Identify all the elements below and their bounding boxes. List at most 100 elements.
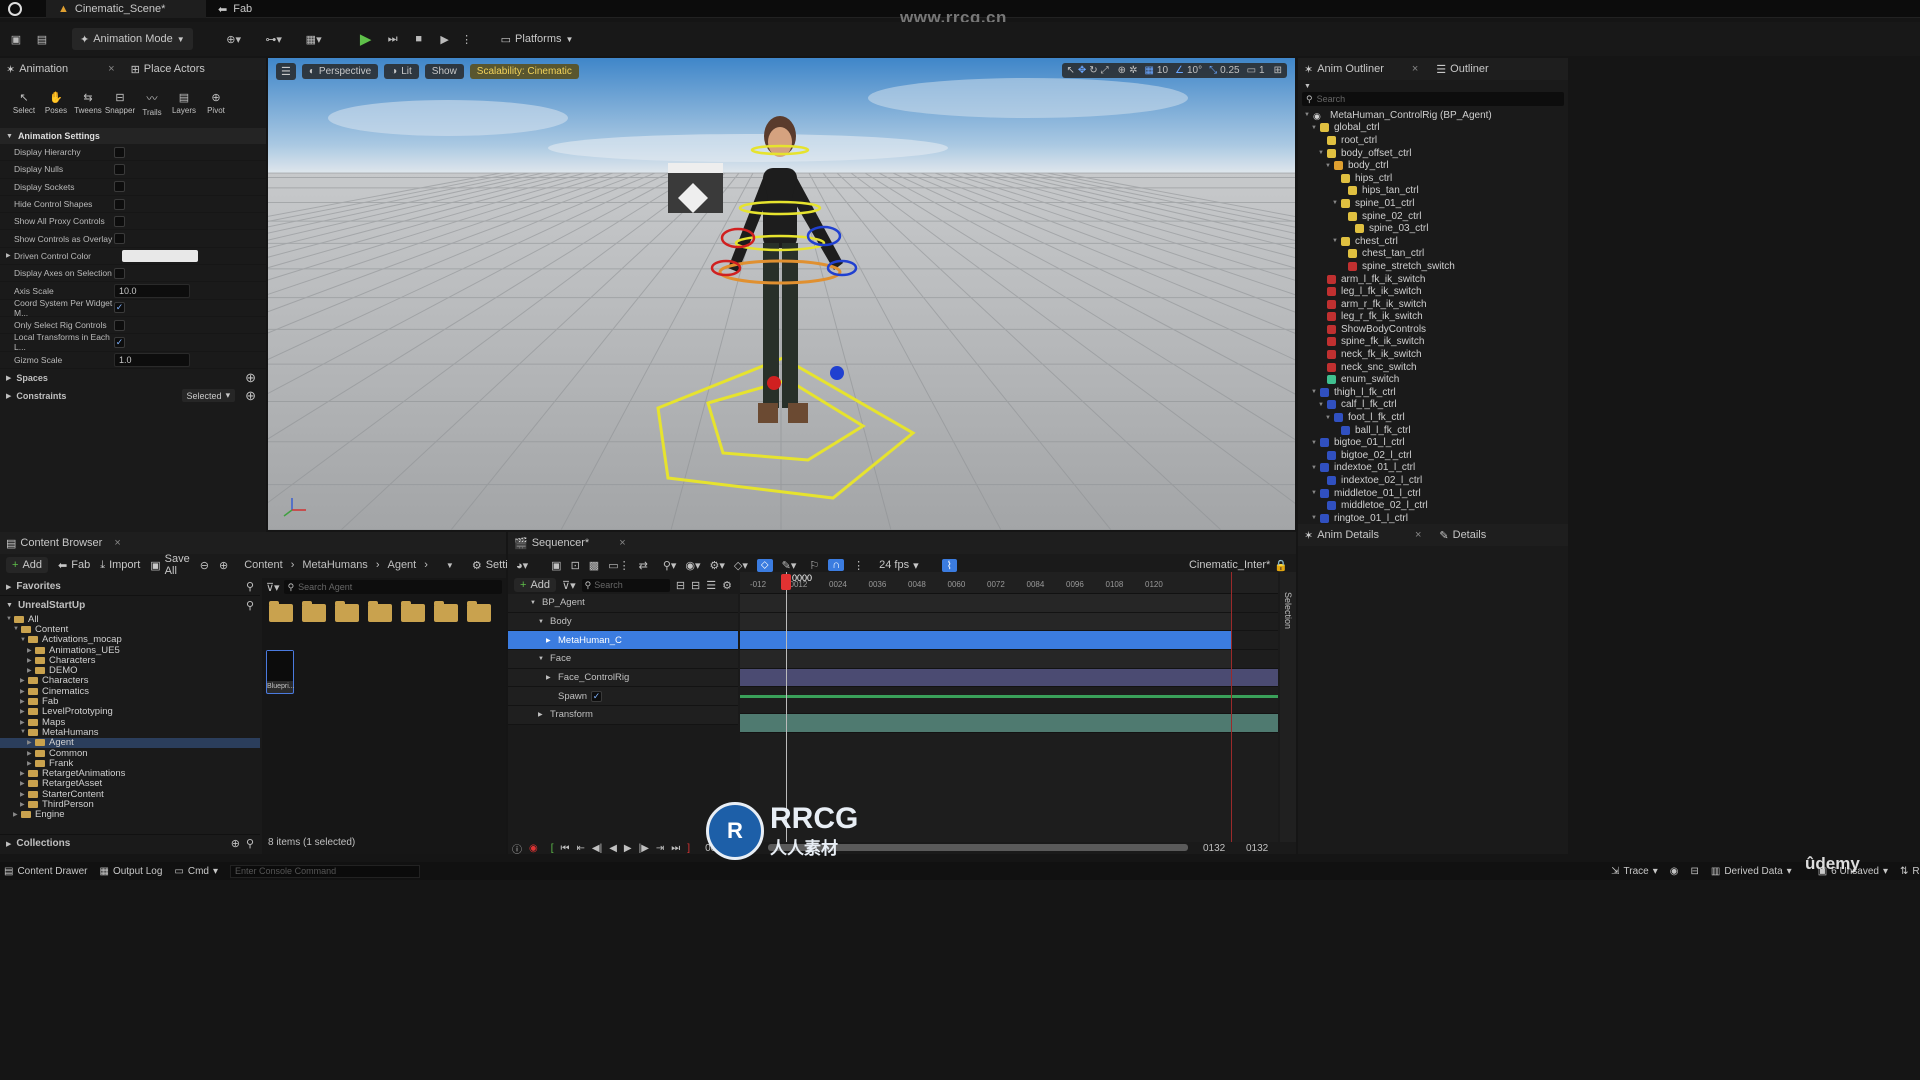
pin-icon[interactable]: ⊟ (691, 579, 700, 592)
outliner-item[interactable]: ▼ bigtoe_01_l_ctrl (1298, 436, 1568, 449)
close-icon[interactable]: × (114, 537, 120, 549)
step-icon[interactable]: ⏭ (385, 33, 401, 46)
chevron-down-icon[interactable]: ▼ (1311, 515, 1320, 521)
curve-icon[interactable]: ⇄ (639, 559, 648, 572)
chevron-down-icon[interactable]: ▼ (446, 561, 454, 570)
outliner-item[interactable]: ▼ foot_l_fk_ctrl (1298, 411, 1568, 424)
spawn-checkbox[interactable]: ✓ (591, 690, 603, 702)
blueprint-asset-tile[interactable]: Bluepri... (266, 650, 295, 694)
folder-tree-item[interactable]: ▶ StarterContent (0, 789, 260, 800)
close-icon[interactable]: × (1412, 63, 1418, 75)
viewport-menu-button[interactable]: ☰ (276, 63, 296, 80)
reverse-icon[interactable]: ◀ (609, 843, 617, 854)
sequencer-track[interactable]: Spawn ✓ (508, 687, 738, 707)
chevron-down-icon[interactable]: ▼ (1311, 490, 1320, 496)
value-field[interactable]: 1.0 (114, 352, 190, 367)
diamond-icon[interactable]: ◇▾ (734, 559, 748, 572)
folder-tree-item[interactable]: ▶ ThirdPerson (0, 799, 260, 810)
outliner-item[interactable]: spine_stretch_switch (1298, 260, 1568, 273)
sequence-name[interactable]: Cinematic_Inter* 🔒 (1189, 559, 1288, 572)
chevron-down-icon[interactable]: ▼ (1304, 83, 1311, 90)
track-section[interactable] (740, 714, 1278, 733)
breadcrumb-item[interactable]: Content (244, 559, 283, 571)
folder-icon[interactable] (434, 601, 458, 622)
blueprint-icon[interactable]: ⊶▾ (259, 33, 289, 46)
track-section[interactable] (740, 695, 1278, 715)
tool-tweens[interactable]: ⇆ Tweens (72, 91, 104, 115)
outliner-item[interactable]: indextoe_02_l_ctrl (1298, 474, 1568, 487)
chevron-down-icon[interactable]: ▼ (1311, 440, 1320, 446)
chevron-down-icon[interactable]: ▼ (1311, 389, 1320, 395)
outliner-item[interactable]: leg_r_fk_ik_switch (1298, 311, 1568, 324)
sequencer-track[interactable]: ▶ Transform (508, 706, 738, 725)
back-icon[interactable]: ⊖ (200, 559, 209, 572)
track-section[interactable] (740, 650, 1278, 669)
sequencer-track[interactable]: ▼ Body (508, 612, 738, 632)
tool-poses[interactable]: ✋ Poses (40, 91, 72, 115)
world-icon[interactable]: ⊕ (1118, 65, 1126, 76)
chevron-icon[interactable]: ▼ (20, 637, 28, 643)
setting-checkbox[interactable] (114, 146, 125, 158)
tab-sequencer[interactable]: 🎬 Sequencer* × (514, 537, 626, 550)
jump-start-icon[interactable]: ⏮ (561, 843, 570, 854)
folder-tree-item[interactable]: ▶ Characters (0, 655, 260, 666)
chevron-down-icon[interactable]: ▼ (1332, 200, 1341, 206)
cmd-dropdown[interactable]: ▭ Cmd ▾ (174, 866, 218, 877)
outliner-item[interactable]: arm_r_fk_ik_switch (1298, 298, 1568, 311)
auto-key-icon[interactable]: ⬦ (756, 558, 773, 572)
cinematics-icon[interactable]: ▦▾ (299, 33, 329, 46)
asset-search[interactable]: ⚲ Search Agent (283, 580, 502, 594)
outliner-item[interactable]: enum_switch (1298, 373, 1568, 386)
favorites-header[interactable]: ▶ Favorites ⚲ (0, 578, 260, 596)
angle-snap-icon[interactable]: ∠ (1175, 65, 1184, 76)
save-icon[interactable]: ▣ (8, 33, 24, 46)
chevron-icon[interactable]: ▶ (27, 647, 35, 654)
eject-icon[interactable]: ▶ (437, 33, 453, 46)
trace-button[interactable]: ⇲ Trace ▾ (1611, 866, 1658, 877)
key-icon[interactable]: ⚲▾ (663, 559, 677, 572)
fps-dropdown[interactable]: 24 fps ▾ (879, 559, 919, 572)
browse-icon[interactable]: ▤ (34, 33, 50, 46)
folder-tree-item[interactable]: ▼ All (0, 614, 260, 625)
folder-tree-item[interactable]: ▶ Characters (0, 675, 260, 686)
search-icon[interactable]: ⚲ (246, 580, 254, 593)
add-space-icon[interactable]: ⊕ (245, 370, 256, 386)
outliner-item[interactable]: arm_l_fk_ik_switch (1298, 273, 1568, 286)
tool-pivot[interactable]: ⊕ Pivot (200, 91, 232, 115)
stop-icon[interactable]: ■ (411, 33, 427, 45)
pencil-icon[interactable]: ✎▾ (782, 559, 797, 572)
outliner-item[interactable]: ▼ ◉ MetaHuman_ControlRig (BP_Agent) (1298, 109, 1568, 122)
show-button[interactable]: Show (424, 64, 464, 79)
import-button[interactable]: ⤓ Import (100, 559, 140, 572)
chevron-icon[interactable]: ▶ (27, 739, 35, 746)
tab-anim-outliner[interactable]: ✶ Anim Outliner × (1304, 63, 1418, 76)
camera-speed-icon[interactable]: ▭ (1247, 65, 1256, 76)
scale-icon[interactable]: ⤢ (1101, 65, 1109, 76)
folder-tree-item[interactable]: ▶ Cinematics (0, 686, 260, 697)
setting-checkbox[interactable] (114, 198, 125, 210)
chevron-icon[interactable]: ▶ (20, 688, 28, 695)
folder-tree-item[interactable]: ▶ Engine (0, 809, 260, 820)
chevron-down-icon[interactable]: ▼ (1304, 112, 1313, 118)
setting-checkbox[interactable] (114, 181, 125, 193)
sequencer-track[interactable]: ▼ Face (508, 650, 738, 669)
breadcrumb-item[interactable]: Agent (387, 559, 416, 571)
chevron-icon[interactable]: ▼ (6, 616, 14, 622)
rotate-icon[interactable]: ↻ (1089, 65, 1097, 76)
play-icon[interactable]: ▶ (357, 30, 375, 48)
folder-icon[interactable] (401, 601, 425, 622)
outliner-item[interactable]: ▼ body_ctrl (1298, 159, 1568, 172)
tool-select[interactable]: ↖ Select (8, 91, 40, 115)
mode-dropdown[interactable]: ✦ Animation Mode ▼ (72, 28, 193, 50)
tool-trails[interactable]: 〰 Trails (136, 90, 168, 117)
output-log-button[interactable]: ▦ Output Log (99, 866, 162, 877)
search-icon[interactable]: ⚲ (246, 599, 254, 612)
chevron-icon[interactable]: ▶ (538, 711, 546, 718)
outliner-item[interactable]: ▼ chest_ctrl (1298, 235, 1568, 248)
outliner-item[interactable]: ▼ indextoe_01_l_ctrl (1298, 462, 1568, 475)
chevron-icon[interactable]: ▼ (13, 626, 21, 632)
close-icon[interactable]: × (619, 537, 625, 549)
close-icon[interactable]: × (108, 63, 114, 75)
add-actor-icon[interactable]: ⊕▾ (219, 33, 249, 46)
add-button[interactable]: + Add (6, 557, 49, 573)
